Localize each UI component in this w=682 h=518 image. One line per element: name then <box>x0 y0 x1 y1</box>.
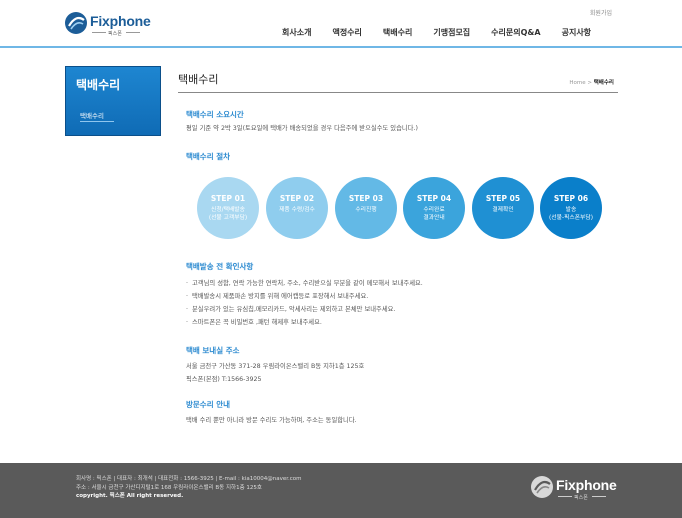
breadcrumb-current: 택배수리 <box>593 80 614 86</box>
step-circle: STEP 04 수리완료 결과안내 <box>403 177 465 239</box>
nav-item-notice[interactable]: 공지사항 <box>562 27 591 38</box>
step-circle: STEP 02 제품 수령/검수 <box>266 177 328 239</box>
logo-divider <box>126 32 140 33</box>
site-footer: 회사명 : 픽스폰 | 대표자 : 최개석 | 대표전화 : 1566-3925… <box>0 463 682 518</box>
step-number: STEP 05 <box>485 194 521 203</box>
address-phone: 픽스폰(본점) T:1566-3925 <box>186 376 262 383</box>
fixphone-logo-icon <box>65 12 87 34</box>
main-nav: 회사소개 액정수리 택배수리 기맹점모집 수리문의Q&A 공지사항 <box>282 27 612 38</box>
section-heading-time: 택배수리 소요시간 <box>186 110 244 119</box>
footer-address-line: 주소 : 서울시 금천구 가산디지털1로 168 우림라이온스밸리 B동 지하1… <box>76 484 262 491</box>
sidebar-item-delivery-repair[interactable]: 택배수리 <box>80 110 104 120</box>
step-description: 발송 (선불-픽스폰부담) <box>549 207 593 221</box>
logo-divider <box>592 496 606 497</box>
footer-info: 회사명 : 픽스폰 | 대표자 : 최개석 | 대표전화 : 1566-3925… <box>76 474 301 500</box>
section-heading-checklist: 택배발송 전 확인사항 <box>186 262 254 271</box>
address-line: 서울 금천구 가산동 371-28 우림라이온스밸리 B동 지하1층 125호 <box>186 363 365 370</box>
step-number: STEP 04 <box>416 194 452 203</box>
breadcrumb: Home > 택배수리 <box>569 78 614 86</box>
logo-divider <box>92 32 106 33</box>
checklist-item-text: 분실우려가 있는 유심칩,메모리카드, 악세사리는 제외하고 본체만 보내주세요… <box>192 306 396 313</box>
step-number: STEP 03 <box>348 194 384 203</box>
sidebar: 택배수리 택배수리 <box>65 66 161 136</box>
step-number: STEP 02 <box>279 194 315 203</box>
footer-copyright: copyright. 픽스폰 All right reserved. <box>76 493 184 499</box>
checklist-item-text: 택배발송시 제품파손 방지를 위해 에어캡등로 포장해서 보내주세요. <box>192 293 369 300</box>
checklist-item-text: 고객님의 성함, 연락 가능한 연락처, 주소, 수리받으실 부분을 같이 메모… <box>192 280 423 287</box>
site-header: Fixphone 픽스폰 회원가입 회사소개 액정수리 택배수리 기맹점모집 수… <box>0 0 682 48</box>
footer-logo-subtext: 픽스폰 <box>574 495 588 501</box>
section-heading-address: 택배 보내실 주소 <box>186 346 240 355</box>
footer-logo: Fixphone 픽스폰 <box>530 475 620 501</box>
sidebar-item-underline <box>80 121 114 122</box>
list-item: · 분실우려가 있는 유심칩,메모리카드, 악세사리는 제외하고 본체만 보내주… <box>186 306 396 313</box>
step-description: 신청/택배발송 (선불 고객부담) <box>208 207 248 221</box>
nav-item-screen-repair[interactable]: 액정수리 <box>332 27 361 38</box>
nav-item-qna[interactable]: 수리문의Q&A <box>491 27 540 38</box>
logo-divider <box>558 496 572 497</box>
step-description: 수리완료 결과안내 <box>423 207 445 221</box>
logo-subtext: 픽스폰 <box>108 31 122 37</box>
section-text-time: 평일 기준 약 2박 3일(토요일에 택배가 배송되었을 경우 다음주에 받으실… <box>186 125 418 132</box>
step-number: STEP 06 <box>553 194 589 203</box>
page-title: 택배수리 <box>178 73 219 86</box>
step-description: 결제확인 <box>492 207 514 213</box>
step-circle: STEP 05 결제확인 <box>472 177 534 239</box>
checklist: · 고객님의 성함, 연락 가능한 연락처, 주소, 수리받으실 부분을 같이 … <box>186 278 423 330</box>
logo-text: Fixphone <box>90 13 151 29</box>
process-steps: STEP 01 신청/택배발송 (선불 고객부담) STEP 02 제품 수령/검… <box>197 177 627 239</box>
step-number: STEP 01 <box>210 194 246 203</box>
nav-item-franchise[interactable]: 기맹점모집 <box>433 27 470 38</box>
list-item: · 고객님의 성함, 연락 가능한 연락처, 주소, 수리받으실 부분을 같이 … <box>186 280 423 287</box>
footer-company-line: 회사명 : 픽스폰 | 대표자 : 최개석 | 대표전화 : 1566-3925… <box>76 476 302 482</box>
step-circle: STEP 03 수리진행 <box>335 177 397 239</box>
fixphone-logo-icon <box>531 476 553 498</box>
site-logo[interactable]: Fixphone 픽스폰 <box>64 11 154 37</box>
breadcrumb-home[interactable]: Home <box>569 80 585 86</box>
footer-logo-text: Fixphone <box>556 477 617 493</box>
step-description: 제품 수령/검수 <box>279 207 315 213</box>
step-circle: STEP 06 발송 (선불-픽스폰부담) <box>540 177 602 239</box>
step-description: 수리진행 <box>355 207 377 213</box>
signup-link[interactable]: 회원가입 <box>590 8 612 17</box>
list-item: · 택배발송시 제품파손 방지를 위해 에어캡등로 포장해서 보내주세요. <box>186 293 369 300</box>
section-heading-visit: 방문수리 안내 <box>186 400 231 409</box>
breadcrumb-separator: > <box>587 80 592 86</box>
nav-item-delivery-repair[interactable]: 택배수리 <box>383 27 412 38</box>
sidebar-title: 택배수리 <box>76 78 121 92</box>
checklist-item-text: 스마트폰은 꼭 비밀번호 ,패턴 해제후 보내주세요. <box>192 319 322 326</box>
step-circle: STEP 01 신청/택배발송 (선불 고객부담) <box>197 177 259 239</box>
nav-item-company[interactable]: 회사소개 <box>282 27 311 38</box>
title-divider <box>178 92 618 93</box>
section-heading-process: 택배수리 절차 <box>186 152 231 161</box>
list-item: · 스마트폰은 꼭 비밀번호 ,패턴 해제후 보내주세요. <box>186 319 322 326</box>
section-text-visit: 택배 수리 뿐만 아니라 방문 수리도 가능하며, 주소는 동일합니다. <box>186 417 357 424</box>
